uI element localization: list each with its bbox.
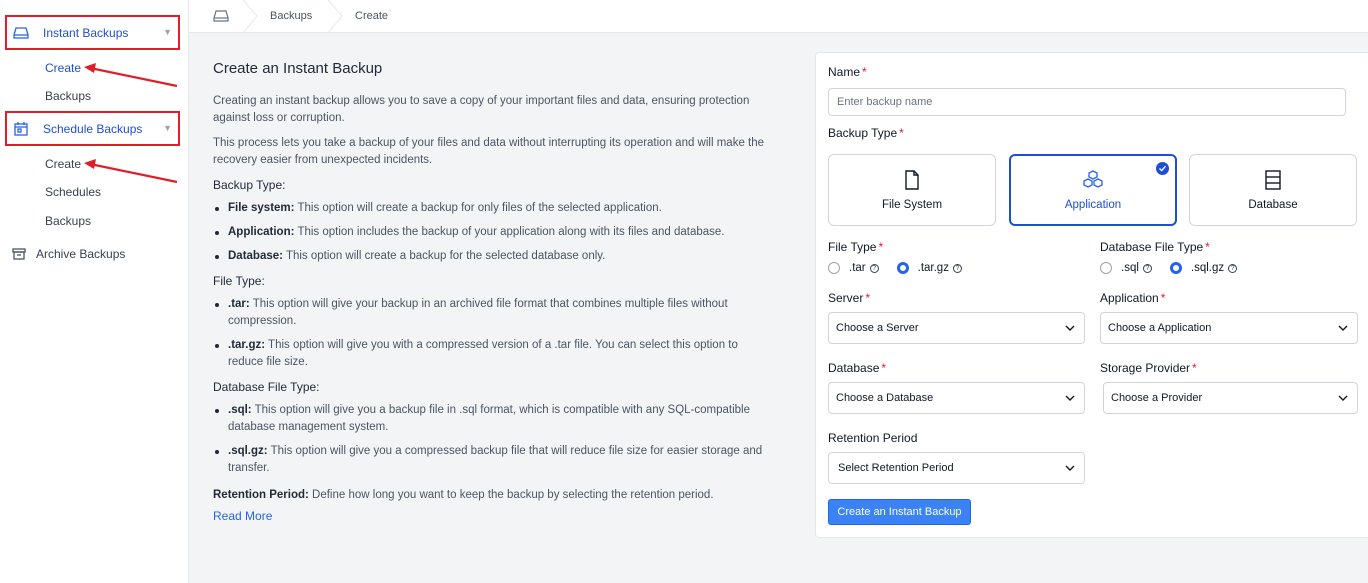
hdd-icon[interactable] [213,9,229,23]
backup-type-database[interactable]: Database [1189,154,1357,226]
storage-provider-label: Storage Provider * [1100,361,1197,375]
chevron-down-icon [1338,395,1348,401]
backup-type-label: Database [1248,199,1298,211]
help-icon[interactable]: ? [952,263,962,273]
db-file-type-sqlgz-option[interactable]: .sql.gz? [1169,262,1238,274]
radio-tar[interactable] [828,262,840,274]
breadcrumb-item: Create [355,10,389,22]
backup-type-application[interactable]: Application [1009,154,1177,226]
list-item: .tar: This option will give your backup … [215,296,773,330]
backup-type-label: Backup Type * [828,126,904,140]
intro-paragraph: Creating an instant backup allows you to… [213,95,750,124]
caret-down-icon[interactable]: ▼ [163,27,172,37]
hdd-icon [13,25,29,41]
list-item: .sql: This option will give you a backup… [215,402,773,436]
list-item: .sql.gz: This option will give you a com… [215,443,773,477]
db-file-type-sql-option[interactable]: .sql? [1100,262,1152,274]
breadcrumb: Backups Create [189,0,1368,33]
annotation-arrow-icon [84,63,178,88]
list-item: Database: This option will create a back… [215,248,773,265]
database-label: Database * [828,361,887,375]
radio-sql[interactable] [1100,262,1112,274]
read-more-link[interactable]: Read More [213,509,272,523]
list-item: .tar.gz: This option will give you with … [215,337,773,371]
archive-icon [12,247,26,261]
intro-paragraph: This process lets you take a backup of y… [213,137,765,166]
caret-down-icon[interactable]: ▼ [163,123,172,133]
sidebar-item-instant-backups-list[interactable]: Backups [45,89,91,103]
breadcrumb-separator-icon [242,0,258,33]
chevron-down-icon [1065,395,1075,401]
annotation-arrow-icon [84,159,178,184]
sidebar-item-label: Schedule Backups [43,121,143,136]
page-title: Create an Instant Backup [213,60,383,77]
check-icon [1156,162,1169,175]
application-select[interactable]: Choose a Application [1100,312,1358,344]
db-file-type-label: Database File Type * [1100,240,1210,254]
info-panel: Create an Instant Backup Creating an ins… [213,60,773,526]
file-type-tar-option[interactable]: .tar? [828,262,879,274]
retention-period-label: Retention Period [828,431,918,445]
file-type-label: File Type * [828,240,884,254]
db-file-type-radio-group: .sql? .sql.gz? [1100,262,1255,274]
server-label: Server * [828,291,871,305]
database-icon [1262,169,1284,191]
sidebar-item-schedule-create[interactable]: Create [45,157,81,171]
backup-type-label: File System [881,199,943,211]
database-select[interactable]: Choose a Database [828,382,1085,414]
breadcrumb-item[interactable]: Backups [270,10,312,22]
radio-targz[interactable] [896,262,909,274]
section-heading: Backup Type: [213,178,286,192]
retention-period-select[interactable]: Select Retention Period [828,452,1085,484]
chevron-down-icon [1065,325,1075,331]
chevron-down-icon [1065,465,1075,471]
section-heading: Database File Type: [213,380,320,394]
retention-paragraph: Retention Period: Define how long you wa… [213,489,714,501]
chevron-down-icon [1338,325,1348,331]
help-icon[interactable]: ? [869,263,879,273]
calendar-icon [13,121,29,137]
list-item: Application: This option includes the ba… [215,224,773,241]
help-icon[interactable]: ? [1142,263,1152,273]
backup-name-input[interactable] [828,88,1346,116]
storage-provider-select[interactable]: Choose a Provider [1103,382,1358,414]
sidebar-item-schedule-backups[interactable]: Schedule Backups ▼ [5,111,180,146]
file-type-targz-option[interactable]: .tar.gz? [896,262,962,274]
sidebar-item-instant-backups[interactable]: Instant Backups ▼ [5,15,180,50]
sidebar-item-archive-backups[interactable]: Archive Backups [12,247,125,261]
sidebar-item-label: Instant Backups [43,25,129,40]
sidebar-item-schedules[interactable]: Schedules [45,185,101,199]
name-label: Name * [828,65,867,79]
section-heading: File Type: [213,274,265,288]
sidebar-item-instant-create[interactable]: Create [45,61,81,75]
cubes-icon [1082,169,1104,191]
list-item: File system: This option will create a b… [215,200,773,217]
backup-type-file-system[interactable]: File System [828,154,996,226]
sidebar: Instant Backups ▼ Create Backups Schedul… [0,0,189,583]
application-label: Application * [1100,291,1166,305]
file-icon [901,169,923,191]
create-instant-backup-button[interactable]: Create an Instant Backup [828,499,971,525]
breadcrumb-separator-icon [327,0,343,33]
backup-type-label: Application [1064,199,1122,211]
sidebar-item-label: Archive Backups [36,247,126,261]
help-icon[interactable]: ? [1228,263,1238,273]
backup-form: Name* Backup Type* File System Applicati… [815,52,1368,538]
server-select[interactable]: Choose a Server [828,312,1085,344]
sidebar-item-schedule-backups-list[interactable]: Backups [45,214,91,228]
file-type-radio-group: .tar? .tar.gz? [828,262,980,274]
radio-sqlgz[interactable] [1169,262,1182,274]
